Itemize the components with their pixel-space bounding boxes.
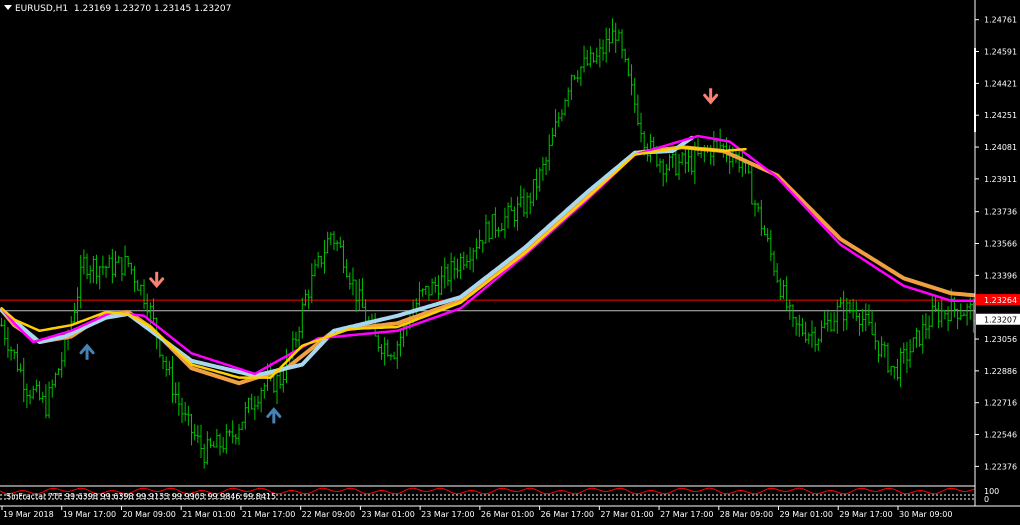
time-label: 26 Mar 17:00 (541, 510, 594, 519)
trading-chart-window[interactable]: SinFractal 7TF 99.6398 99.6398 99.9133 9… (0, 0, 1020, 525)
price-label: 1.23566 (984, 240, 1017, 249)
price-label: 1.23736 (984, 208, 1017, 217)
sub-indicator-label: SinFractal 7TF 99.6398 99.6398 99.9133 9… (6, 492, 276, 501)
price-label: 1.22886 (984, 367, 1017, 376)
price-label: 1.24591 (984, 48, 1017, 57)
time-label: 27 Mar 17:00 (660, 510, 713, 519)
price-label: 1.22546 (984, 431, 1017, 440)
time-label: 29 Mar 01:00 (780, 510, 833, 519)
collapse-triangle-icon[interactable] (4, 5, 12, 10)
price-label: 1.22716 (984, 399, 1017, 408)
chart-header: EURUSD,H1 1.23169 1.23270 1.23145 1.2320… (4, 4, 231, 14)
time-label: 29 Mar 17:00 (839, 510, 892, 519)
ohlc-values: 1.23169 1.23270 1.23145 1.23207 (73, 4, 232, 14)
time-label: 23 Mar 01:00 (361, 510, 414, 519)
time-label: 22 Mar 09:00 (302, 510, 355, 519)
time-label: 27 Mar 01:00 (600, 510, 653, 519)
price-label: 1.24081 (984, 143, 1017, 152)
time-label: 21 Mar 01:00 (182, 510, 235, 519)
red-level-label: 1.23264 (984, 296, 1017, 305)
time-label: 19 Mar 17:00 (63, 510, 116, 519)
time-label: 20 Mar 09:00 (122, 510, 175, 519)
time-label: 28 Mar 09:00 (720, 510, 773, 519)
price-label: 1.22376 (984, 462, 1017, 471)
sub-axis-label: 0 (984, 495, 989, 504)
time-label: 23 Mar 17:00 (421, 510, 474, 519)
price-label: 1.24421 (984, 79, 1017, 88)
price-label: 1.23056 (984, 335, 1017, 344)
current-price-label: 1.23207 (984, 316, 1017, 325)
time-label: 26 Mar 01:00 (481, 510, 534, 519)
chart-canvas[interactable]: SinFractal 7TF 99.6398 99.6398 99.9133 9… (0, 0, 1020, 525)
time-label: 30 Mar 09:00 (899, 510, 952, 519)
price-label: 1.23911 (984, 175, 1017, 184)
symbol-timeframe: EURUSD,H1 (15, 4, 69, 14)
price-label: 1.23396 (984, 271, 1017, 280)
price-label: 1.24761 (984, 16, 1017, 25)
time-label: 19 Mar 2018 (3, 510, 54, 519)
time-label: 21 Mar 17:00 (242, 510, 295, 519)
price-label: 1.24251 (984, 111, 1017, 120)
